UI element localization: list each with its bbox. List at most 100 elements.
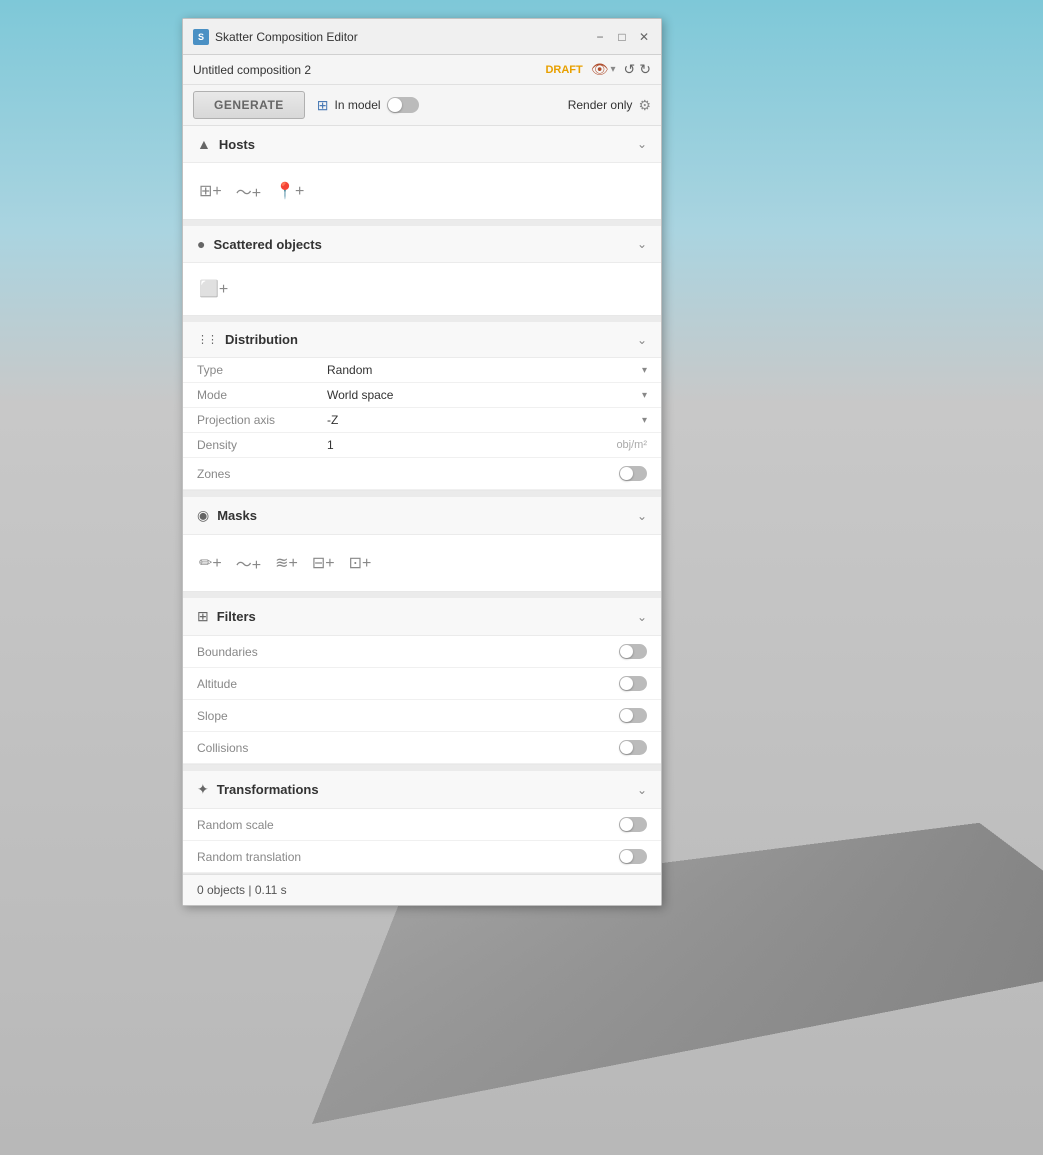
in-model-label: In model xyxy=(335,98,381,112)
scattered-objects-icon: ● xyxy=(197,236,205,252)
random-scale-toggle[interactable] xyxy=(619,817,647,832)
distribution-section: ⋮⋮ Distribution ⌄ Type Random ▾ Mode Wor… xyxy=(183,322,661,491)
boundaries-label: Boundaries xyxy=(197,645,258,659)
zones-label: Zones xyxy=(197,467,230,481)
projection-axis-field-row: Projection axis -Z ▾ xyxy=(183,408,661,433)
window-controls: − □ ✕ xyxy=(593,30,651,44)
grid-icon: ⊞ xyxy=(317,97,329,114)
panel-content[interactable]: ▲ Hosts ⌄ ⊞+ 〜+ 📍+ ● Scattered objects xyxy=(183,126,661,874)
transformations-chevron: ⌄ xyxy=(637,783,647,797)
title-bar: S Skatter Composition Editor − □ ✕ xyxy=(183,19,661,55)
masks-body: ✏+ 〜+ ≋+ ⊟+ ⊡+ xyxy=(183,535,661,591)
masks-section: ◉ Masks ⌄ ✏+ 〜+ ≋+ ⊟+ ⊡+ xyxy=(183,497,661,592)
status-text: 0 objects | 0.11 s xyxy=(197,883,287,897)
render-only-icon: ⚙ xyxy=(638,97,651,114)
altitude-label: Altitude xyxy=(197,677,237,691)
projection-axis-value: -Z xyxy=(327,413,338,427)
add-vertex-mask-button[interactable]: ⊡+ xyxy=(347,551,374,575)
distribution-chevron: ⌄ xyxy=(637,333,647,347)
undo-redo-controls: ↺ ↻ xyxy=(624,61,651,78)
eye-dropdown-arrow: ▾ xyxy=(611,64,616,75)
mode-field-row: Mode World space ▾ xyxy=(183,383,661,408)
app-icon: S xyxy=(193,29,209,45)
dialog-title: Skatter Composition Editor xyxy=(215,30,358,44)
altitude-toggle[interactable] xyxy=(619,676,647,691)
boundaries-knob xyxy=(620,645,633,658)
random-scale-knob xyxy=(620,818,633,831)
altitude-knob xyxy=(620,677,633,690)
add-face-host-button[interactable]: ⊞+ xyxy=(197,179,224,203)
slope-toggle[interactable] xyxy=(619,708,647,723)
collisions-knob xyxy=(620,741,633,754)
add-curve-mask-button[interactable]: 〜+ xyxy=(234,549,263,577)
type-select[interactable]: Random ▾ xyxy=(327,363,647,377)
slope-label: Slope xyxy=(197,709,228,723)
eye-button[interactable]: 👁 ▾ xyxy=(591,61,616,78)
in-model-toggle-knob xyxy=(388,98,402,112)
add-texture-mask-button[interactable]: ≋+ xyxy=(273,551,300,575)
render-only-label: Render only xyxy=(568,98,633,112)
random-translation-label: Random translation xyxy=(197,850,301,864)
add-paint-mask-button[interactable]: ✏+ xyxy=(197,551,224,575)
add-image-mask-button[interactable]: ⊟+ xyxy=(310,551,337,575)
generate-button[interactable]: GENERATE xyxy=(193,91,305,119)
draft-badge: DRAFT xyxy=(545,64,582,76)
toolbar: Untitled composition 2 DRAFT 👁 ▾ ↺ ↻ xyxy=(183,55,661,85)
distribution-icon: ⋮⋮ xyxy=(197,333,217,346)
masks-icon-row: ✏+ 〜+ ≋+ ⊟+ ⊡+ xyxy=(197,545,647,581)
filters-section-header[interactable]: ⊞ Filters ⌄ xyxy=(183,598,661,636)
masks-section-header[interactable]: ◉ Masks ⌄ xyxy=(183,497,661,535)
type-label: Type xyxy=(197,363,327,377)
hosts-chevron: ⌄ xyxy=(637,137,647,151)
random-scale-label: Random scale xyxy=(197,818,274,832)
in-model-area: ⊞ In model xyxy=(317,97,419,114)
scattered-objects-header-left: ● Scattered objects xyxy=(197,236,322,252)
minimize-button[interactable]: − xyxy=(593,30,607,44)
in-model-toggle[interactable] xyxy=(387,97,419,113)
density-field-row: Density 1 obj/m² xyxy=(183,433,661,458)
scattered-objects-title: Scattered objects xyxy=(213,237,321,252)
random-translation-knob xyxy=(620,850,633,863)
random-translation-toggle[interactable] xyxy=(619,849,647,864)
composition-name: Untitled composition 2 xyxy=(193,63,537,77)
mode-select-arrow: ▾ xyxy=(642,390,647,401)
undo-button[interactable]: ↺ xyxy=(624,61,636,78)
hosts-header-left: ▲ Hosts xyxy=(197,136,255,152)
hosts-section-header[interactable]: ▲ Hosts ⌄ xyxy=(183,126,661,163)
mode-select[interactable]: World space ▾ xyxy=(327,388,647,402)
type-field-row: Type Random ▾ xyxy=(183,358,661,383)
masks-title: Masks xyxy=(217,508,257,523)
density-value[interactable]: 1 xyxy=(327,438,334,452)
slope-knob xyxy=(620,709,633,722)
add-point-host-button[interactable]: 📍+ xyxy=(273,179,306,203)
restore-button[interactable]: □ xyxy=(615,30,629,44)
filters-title: Filters xyxy=(217,609,256,624)
hosts-title: Hosts xyxy=(219,137,255,152)
transformations-header-left: ✦ Transformations xyxy=(197,781,319,798)
mode-label: Mode xyxy=(197,388,327,402)
transformations-section-header[interactable]: ✦ Transformations ⌄ xyxy=(183,771,661,809)
redo-button[interactable]: ↻ xyxy=(639,61,651,78)
boundaries-toggle-row: Boundaries xyxy=(183,636,661,668)
boundaries-toggle[interactable] xyxy=(619,644,647,659)
random-scale-toggle-row: Random scale xyxy=(183,809,661,841)
zones-toggle[interactable] xyxy=(619,466,647,481)
density-unit: obj/m² xyxy=(616,439,647,451)
add-edge-host-button[interactable]: 〜+ xyxy=(234,177,263,205)
collisions-toggle[interactable] xyxy=(619,740,647,755)
action-bar: GENERATE ⊞ In model Render only ⚙ xyxy=(183,85,661,126)
close-button[interactable]: ✕ xyxy=(637,30,651,44)
add-scattered-object-button[interactable]: ⬜+ xyxy=(197,277,230,301)
eye-icon: 👁 xyxy=(591,61,609,78)
projection-axis-arrow: ▾ xyxy=(642,415,647,426)
hosts-body: ⊞+ 〜+ 📍+ xyxy=(183,163,661,219)
projection-axis-select[interactable]: -Z ▾ xyxy=(327,413,647,427)
distribution-header[interactable]: ⋮⋮ Distribution ⌄ xyxy=(183,322,661,358)
collisions-toggle-row: Collisions xyxy=(183,732,661,764)
filters-header-left: ⊞ Filters xyxy=(197,608,256,625)
scattered-objects-body: ⬜+ xyxy=(183,263,661,315)
random-translation-toggle-row: Random translation xyxy=(183,841,661,873)
scattered-objects-chevron: ⌄ xyxy=(637,237,647,251)
type-value: Random xyxy=(327,363,372,377)
scattered-objects-header[interactable]: ● Scattered objects ⌄ xyxy=(183,226,661,263)
